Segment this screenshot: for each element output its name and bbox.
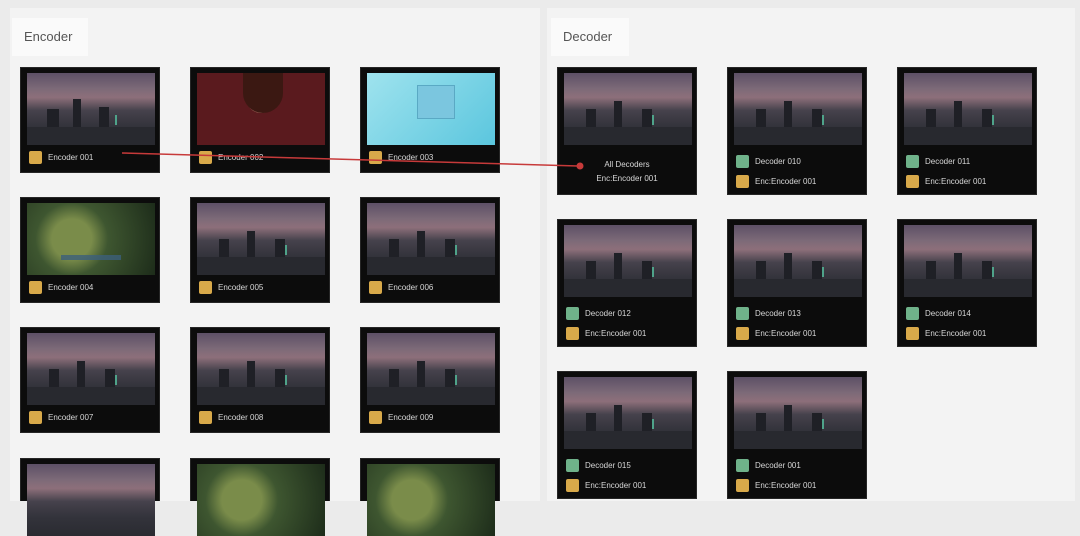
decoder-chip-icon: [566, 458, 579, 472]
encoder-card[interactable]: [20, 458, 160, 536]
video-thumbnail: [27, 464, 155, 536]
encoder-card[interactable]: [190, 458, 330, 536]
encoder-card[interactable]: Encoder 008: [190, 327, 330, 433]
tab-encoder[interactable]: Encoder: [12, 18, 88, 56]
encoder-chip-icon: [736, 174, 749, 188]
video-thumbnail: [27, 333, 155, 405]
video-thumbnail: [27, 203, 155, 275]
decoder-label: Decoder 014: [925, 308, 971, 318]
decoder-label: Decoder 001: [755, 460, 801, 470]
encoder-label: Encoder 003: [388, 152, 434, 162]
decoder-label: All Decoders: [604, 160, 650, 169]
encoder-chip-icon: [199, 280, 212, 294]
encoder-card[interactable]: Encoder 004: [20, 197, 160, 303]
video-thumbnail: [197, 464, 325, 536]
encoder-label: Encoder 009: [388, 412, 434, 422]
encoder-card[interactable]: Encoder 001: [20, 67, 160, 173]
encoder-chip-icon: [906, 326, 919, 340]
video-thumbnail: [564, 377, 692, 449]
video-thumbnail: [904, 225, 1032, 297]
encoder-label: Encoder 005: [218, 282, 264, 292]
encoder-chip-icon: [369, 150, 382, 164]
encoder-source-label: Enc:Encoder 001: [925, 176, 987, 186]
encoder-card[interactable]: Encoder 002: [190, 67, 330, 173]
decoder-chip-icon: [566, 306, 579, 320]
video-thumbnail: [27, 73, 155, 145]
decoder-card[interactable]: Decoder 013 Enc:Encoder 001: [727, 219, 867, 347]
video-thumbnail: [734, 73, 862, 145]
encoder-chip-icon: [369, 410, 382, 424]
encoder-card[interactable]: Encoder 007: [20, 327, 160, 433]
encoder-chip-icon: [29, 410, 42, 424]
encoder-source-label: Enc:Encoder 001: [596, 174, 658, 183]
decoder-card[interactable]: Decoder 012 Enc:Encoder 001: [557, 219, 697, 347]
decoder-card-all[interactable]: All Decoders Enc:Encoder 001: [557, 67, 697, 195]
encoder-label: Encoder 002: [218, 152, 264, 162]
video-thumbnail: [564, 73, 692, 145]
decoder-chip-icon: [906, 306, 919, 320]
encoder-card[interactable]: Encoder 003: [360, 67, 500, 173]
encoder-label: Encoder 004: [48, 282, 94, 292]
decoder-card[interactable]: Decoder 001 Enc:Encoder 001: [727, 371, 867, 499]
decoder-card-text: All Decoders Enc:Encoder 001: [558, 158, 696, 186]
encoder-source-label: Enc:Encoder 001: [755, 328, 817, 338]
decoder-chip-icon: [906, 154, 919, 168]
encoder-chip-icon: [566, 326, 579, 340]
decoder-label: Decoder 012: [585, 308, 631, 318]
video-thumbnail: [904, 73, 1032, 145]
encoder-source-label: Enc:Encoder 001: [925, 328, 987, 338]
encoder-chip-icon: [566, 478, 579, 492]
decoder-card[interactable]: Decoder 011 Enc:Encoder 001: [897, 67, 1037, 195]
video-thumbnail: [197, 333, 325, 405]
video-thumbnail: [367, 464, 495, 536]
decoder-chip-icon: [736, 458, 749, 472]
decoder-label: Decoder 015: [585, 460, 631, 470]
decoder-label: Decoder 013: [755, 308, 801, 318]
video-thumbnail: [734, 377, 862, 449]
decoder-chip-icon: [736, 154, 749, 168]
encoder-chip-icon: [199, 150, 212, 164]
encoder-source-label: Enc:Encoder 001: [585, 328, 647, 338]
encoder-chip-icon: [736, 326, 749, 340]
encoder-card[interactable]: Encoder 006: [360, 197, 500, 303]
encoder-source-label: Enc:Encoder 001: [755, 176, 817, 186]
encoder-chip-icon: [29, 150, 42, 164]
video-thumbnail: [734, 225, 862, 297]
encoder-label: Encoder 001: [48, 152, 94, 162]
tab-decoder[interactable]: Decoder: [551, 18, 629, 56]
video-thumbnail: [367, 203, 495, 275]
encoder-chip-icon: [736, 478, 749, 492]
encoder-card[interactable]: Encoder 005: [190, 197, 330, 303]
video-thumbnail: [367, 333, 495, 405]
video-thumbnail: [197, 203, 325, 275]
video-thumbnail: [564, 225, 692, 297]
video-thumbnail: [367, 73, 495, 145]
encoder-chip-icon: [369, 280, 382, 294]
encoder-card[interactable]: [360, 458, 500, 536]
decoder-card[interactable]: Decoder 015 Enc:Encoder 001: [557, 371, 697, 499]
decoder-card[interactable]: Decoder 010 Enc:Encoder 001: [727, 67, 867, 195]
encoder-card[interactable]: Encoder 009: [360, 327, 500, 433]
encoder-chip-icon: [199, 410, 212, 424]
decoder-chip-icon: [736, 306, 749, 320]
encoder-label: Encoder 006: [388, 282, 434, 292]
decoder-label: Decoder 011: [925, 156, 971, 166]
video-thumbnail: [197, 73, 325, 145]
decoder-card[interactable]: Decoder 014 Enc:Encoder 001: [897, 219, 1037, 347]
encoder-source-label: Enc:Encoder 001: [585, 480, 647, 490]
encoder-source-label: Enc:Encoder 001: [755, 480, 817, 490]
encoder-chip-icon: [906, 174, 919, 188]
encoder-label: Encoder 008: [218, 412, 264, 422]
decoder-label: Decoder 010: [755, 156, 801, 166]
encoder-chip-icon: [29, 280, 42, 294]
encoder-label: Encoder 007: [48, 412, 94, 422]
